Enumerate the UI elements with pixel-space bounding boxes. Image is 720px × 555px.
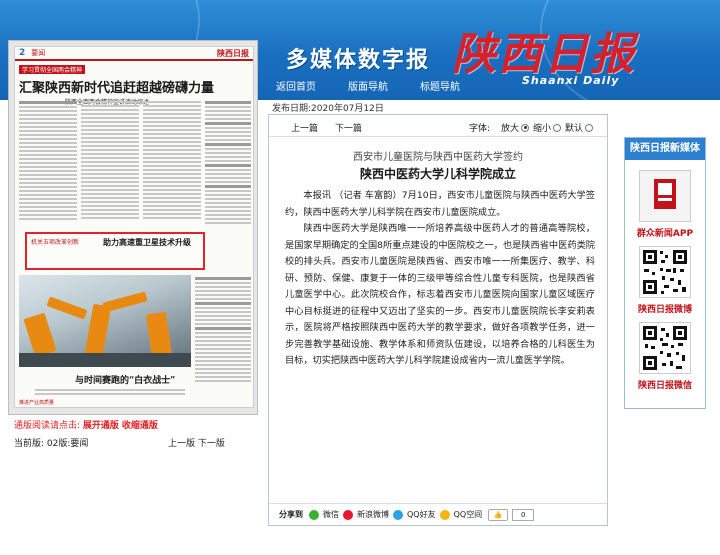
article-pre-title: 西安市儿童医院与陕西中医药大学签约 bbox=[353, 152, 523, 163]
photo-caption-lines bbox=[35, 387, 185, 397]
app-qr-code[interactable] bbox=[639, 170, 691, 222]
full-edition-prompt: 通版阅读请点击: bbox=[14, 421, 81, 431]
font-size-label: 字体: bbox=[469, 124, 491, 134]
page-headline[interactable]: 汇聚陕西新时代追赶超越磅礴力量 bbox=[19, 77, 249, 96]
header-nav: 返回首页 版面导航 标题导航 bbox=[268, 76, 484, 95]
sidebar-title: 陕西日报新媒体 bbox=[625, 138, 705, 160]
weibo-qr-code[interactable] bbox=[639, 246, 691, 298]
newspaper-page-image[interactable]: 2 要闻 陕西日报 学习贯彻全国两会精神 汇聚陕西新时代追赶超越磅礴力量 ——陕… bbox=[14, 46, 254, 408]
next-page-link[interactable]: 下一版 bbox=[198, 439, 225, 449]
font-default-option[interactable]: 默认 bbox=[565, 121, 594, 134]
edition-page-nav: 上一版 下一版 bbox=[168, 436, 225, 449]
qr-label-wechat: 陕西日报微信 bbox=[637, 381, 692, 391]
share-bar: 分享到 微信 新浪微博 QQ好友 QQ空间 👍 0 bbox=[269, 503, 607, 525]
photo-headline[interactable]: 与时间赛跑的“白衣战士” bbox=[75, 373, 175, 386]
full-edition-links: 通版阅读请点击: 展开通版 收缩通版 bbox=[14, 418, 158, 431]
prev-page-link[interactable]: 上一版 bbox=[168, 439, 195, 449]
share-wechat[interactable]: 微信 bbox=[323, 509, 339, 520]
current-edition-value: 02版:要闻 bbox=[46, 439, 89, 449]
article-paragraph: 陕西中医药大学是陕西唯一一所培养高级中医药人才的普通高等院校，是国家早期确定的全… bbox=[285, 223, 595, 366]
publish-date-value: 2020年07月12日 bbox=[311, 104, 384, 114]
nav-home-link[interactable]: 返回首页 bbox=[268, 76, 324, 95]
font-shrink-label: 缩小 bbox=[533, 124, 552, 134]
article-paragraph: 本报讯 （记者 车富韵）7月10日，西安市儿童医院与陕西中医药大学签约，陕西中医… bbox=[285, 190, 595, 218]
article-body: 本报讯 （记者 车富韵）7月10日，西安市儿童医院与陕西中医药大学签约，陕西中医… bbox=[285, 188, 595, 370]
collapse-edition-link[interactable]: 收缩通版 bbox=[122, 421, 158, 431]
box-headline: 助力高速重卫星技术升级 bbox=[103, 238, 191, 247]
share-weibo[interactable]: 新浪微博 bbox=[357, 509, 389, 520]
next-article-link[interactable]: 下一篇 bbox=[335, 121, 362, 134]
newspaper-logo[interactable]: 陕西日报 bbox=[452, 18, 636, 82]
newspaper-logo-en: Shaanxi Daily bbox=[522, 74, 620, 87]
page-section: 要闻 bbox=[31, 49, 46, 57]
font-shrink-option[interactable]: 缩小 bbox=[533, 121, 562, 134]
highlighted-article-box[interactable]: 机关五项改革创新 助力高速重卫星技术升级 bbox=[25, 232, 205, 270]
font-default-label: 默认 bbox=[565, 124, 584, 134]
multimedia-title: 多媒体数字报 bbox=[286, 47, 431, 73]
like-button[interactable]: 👍 bbox=[488, 508, 509, 521]
new-media-sidebar: 陕西日报新媒体 群众新闻APP 陕西日报微博 陕西日报微信 bbox=[624, 137, 706, 409]
weibo-icon[interactable] bbox=[343, 509, 353, 520]
share-label: 分享到 bbox=[279, 510, 303, 519]
page-number: 2 bbox=[19, 48, 26, 58]
publish-date-label: 发布日期: bbox=[272, 104, 312, 114]
share-qq-friend[interactable]: QQ好友 bbox=[407, 509, 436, 520]
article-toolbar: 上一篇 下一篇 字体: 放大 缩小 默认 bbox=[269, 115, 607, 137]
page-thumbnail-panel: 2 要闻 陕西日报 学习贯彻全国两会精神 汇聚陕西新时代追赶超越磅礴力量 ——陕… bbox=[8, 40, 258, 415]
box-title: 机关五项改革创新 bbox=[31, 239, 80, 246]
qr-label-weibo: 陕西日报微博 bbox=[637, 305, 692, 315]
qzone-icon[interactable] bbox=[439, 509, 450, 520]
font-enlarge-option[interactable]: 放大 bbox=[501, 121, 530, 134]
font-enlarge-label: 放大 bbox=[501, 124, 520, 134]
page-kicker: 学习贯彻全国两会精神 bbox=[19, 65, 86, 74]
paper-top-bar: 2 要闻 陕西日报 bbox=[15, 47, 253, 61]
page-masthead: 陕西日报 bbox=[217, 48, 249, 58]
page-footer-label: 推进产业高质量 bbox=[19, 400, 55, 406]
current-edition-label: 当前版: bbox=[14, 439, 45, 449]
current-edition: 当前版: 02版:要闻 bbox=[14, 436, 88, 449]
wechat-icon[interactable] bbox=[309, 509, 319, 520]
publish-date: 发布日期:2020年07月12日 bbox=[272, 101, 384, 114]
wechat-qr-code[interactable] bbox=[639, 322, 691, 374]
factory-photo bbox=[19, 275, 191, 367]
article-title: 陕西中医药大学儿科学院成立 bbox=[359, 167, 516, 181]
prev-article-link[interactable]: 上一篇 bbox=[291, 121, 318, 134]
font-shrink-radio[interactable] bbox=[553, 123, 562, 132]
font-enlarge-radio[interactable] bbox=[521, 123, 530, 132]
nav-page-nav-link[interactable]: 版面导航 bbox=[340, 76, 396, 95]
page-column bbox=[204, 99, 251, 264]
like-count: 0 bbox=[512, 508, 535, 521]
share-qzone[interactable]: QQ空间 bbox=[454, 509, 483, 520]
nav-title-nav-link[interactable]: 标题导航 bbox=[412, 76, 468, 95]
qr-label-app: 群众新闻APP bbox=[636, 229, 694, 239]
page-side-column bbox=[195, 275, 251, 384]
expand-edition-link[interactable]: 展开通版 bbox=[83, 421, 119, 431]
article-panel: 上一篇 下一篇 字体: 放大 缩小 默认 西安市儿童医院与陕西中医药大学签约 陕… bbox=[268, 114, 608, 526]
font-default-radio[interactable] bbox=[585, 123, 594, 132]
qq-icon[interactable] bbox=[393, 509, 403, 520]
